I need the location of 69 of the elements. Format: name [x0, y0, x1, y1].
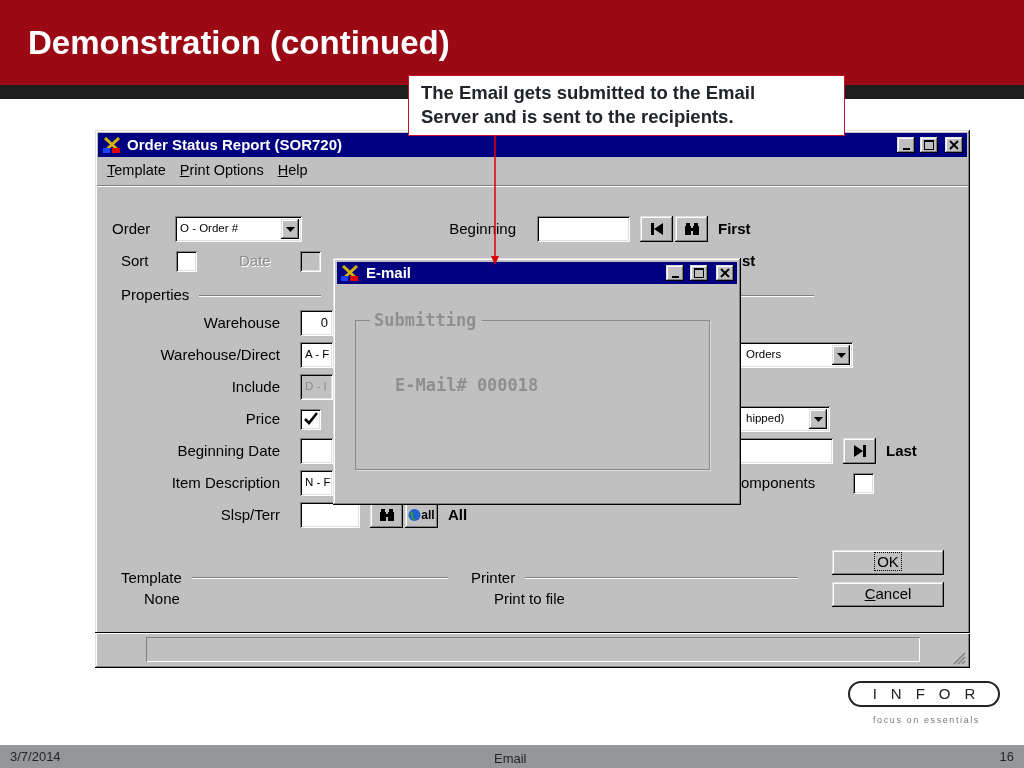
close-button[interactable]	[945, 137, 963, 153]
maximize-icon	[694, 268, 704, 278]
checkbox[interactable]	[300, 408, 321, 430]
field-label: Warehouse	[202, 312, 280, 333]
group-title: Template	[121, 567, 182, 588]
group-value: None	[143, 589, 181, 609]
tagline: focus on essentials	[873, 714, 980, 727]
field-label: Date	[239, 250, 272, 271]
dropdown[interactable]: A - F	[300, 342, 333, 368]
resize-grip-icon	[953, 652, 966, 665]
group-value: Print to file	[493, 589, 566, 609]
dialog-button[interactable]: Cancel	[832, 582, 944, 607]
field-label: Sort	[121, 250, 150, 271]
minimize-button[interactable]	[897, 137, 915, 153]
close-icon	[949, 140, 959, 150]
range-label: First	[718, 218, 751, 239]
maximize-button[interactable]	[690, 265, 708, 281]
footer-date: 3/7/2014	[10, 747, 61, 766]
first-button[interactable]	[640, 216, 673, 242]
last-button[interactable]	[843, 438, 876, 464]
close-icon	[720, 268, 730, 278]
field-label: Order	[112, 218, 152, 239]
field-label: Beginning Date	[176, 440, 280, 461]
dropdown[interactable]: hipped)	[741, 406, 830, 432]
minimize-icon	[671, 275, 679, 278]
field-label: Include	[230, 376, 280, 397]
page-number: 16	[999, 747, 1014, 766]
dropdown[interactable]: N - F	[300, 470, 333, 496]
field-label: omponents	[741, 472, 817, 493]
logo: INFOR	[872, 683, 990, 704]
maximize-icon	[924, 140, 934, 150]
input-field[interactable]	[741, 438, 833, 464]
window-title: E-mail	[366, 262, 411, 283]
input-field[interactable]: 0	[300, 310, 333, 336]
dialog-button[interactable]: OK	[832, 550, 944, 575]
dropdown[interactable]: O - Order #	[175, 216, 302, 242]
range-label: Last	[886, 440, 917, 461]
app-icon	[102, 136, 122, 154]
menu-item[interactable]: Template	[107, 160, 166, 182]
input-field[interactable]	[537, 216, 630, 242]
menu-item[interactable]: Help	[277, 160, 308, 182]
group-title: Printer	[471, 567, 516, 588]
maximize-button[interactable]	[920, 137, 938, 153]
callout-box: The Email gets submitted to the Email Server and is sent to the recipients.	[408, 75, 845, 136]
field-label: Slsp/Terr	[219, 504, 280, 525]
dropdown[interactable]: Orders	[741, 342, 853, 368]
window-title: Order Status Report (SOR720)	[127, 134, 343, 155]
menu-item[interactable]: Print Options	[179, 160, 264, 182]
range-label: st	[742, 250, 756, 271]
search-button[interactable]	[675, 216, 708, 242]
binoculars-icon	[682, 220, 701, 238]
check-icon	[302, 411, 319, 427]
field-label: Price	[244, 408, 280, 429]
checkbox[interactable]	[853, 472, 874, 494]
field-label: Item Description	[170, 472, 280, 493]
app-icon	[340, 264, 360, 282]
input-field[interactable]	[300, 502, 360, 528]
minimize-icon	[902, 147, 910, 150]
field-label: Warehouse/Direct	[159, 344, 280, 365]
footer-text: Email	[494, 750, 527, 768]
range-label: All	[448, 504, 468, 525]
binoculars-icon	[377, 506, 396, 524]
group-title: Properties	[121, 285, 190, 306]
minimize-button[interactable]	[666, 265, 684, 281]
close-button[interactable]	[716, 265, 734, 281]
globe-icon	[408, 508, 422, 522]
slide-title: Demonstration (continued)	[28, 22, 450, 63]
checkbox[interactable]	[176, 250, 197, 272]
input-field[interactable]	[300, 438, 333, 464]
